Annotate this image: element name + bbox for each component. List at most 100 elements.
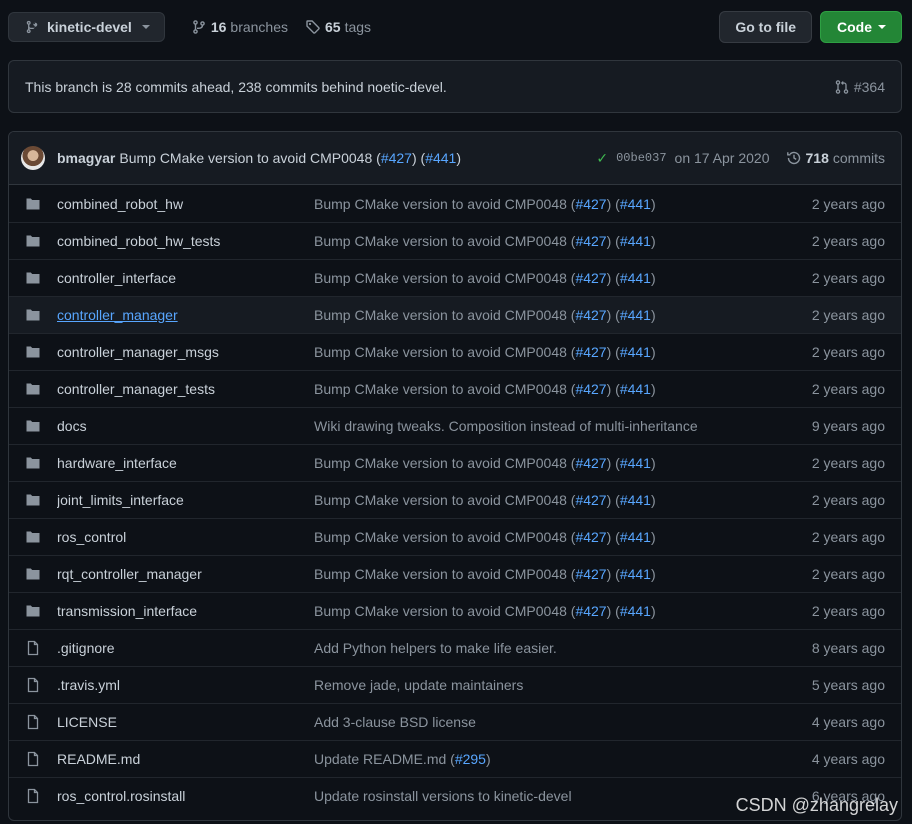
file-age: 2 years ago [811, 270, 885, 286]
commit-ref-link[interactable]: #441 [620, 270, 651, 286]
file-commit-message[interactable]: Bump CMake version to avoid CMP0048 (#42… [314, 492, 812, 508]
file-row[interactable]: controller_manager_msgs Bump CMake versio… [9, 333, 901, 370]
file-commit-message[interactable]: Bump CMake version to avoid CMP0048 (#42… [314, 196, 812, 212]
commit-ref-link[interactable]: #427 [575, 529, 606, 545]
file-row[interactable]: controller_manager Bump CMake version to … [9, 296, 901, 333]
file-row[interactable]: README.md Update README.md (#295) 4 years … [9, 740, 901, 777]
branch-selector-button[interactable]: kinetic-devel [8, 12, 165, 42]
file-name-link[interactable]: ros_control [57, 529, 314, 545]
file-name-link[interactable]: combined_robot_hw [57, 196, 314, 212]
commit-ref-link[interactable]: #427 [575, 603, 606, 619]
file-row[interactable]: combined_robot_hw Bump CMake version to a… [9, 185, 901, 222]
file-name-link[interactable]: controller_manager_tests [57, 381, 314, 397]
file-name-link[interactable]: .travis.yml [57, 677, 314, 693]
file-commit-message[interactable]: Bump CMake version to avoid CMP0048 (#42… [314, 381, 812, 397]
commits-history-link[interactable]: 718 commits [786, 150, 885, 166]
file-row[interactable]: transmission_interface Bump CMake version… [9, 592, 901, 629]
commit-ref-link[interactable]: #427 [575, 196, 606, 212]
file-row[interactable]: .travis.yml Remove jade, update maintaine… [9, 666, 901, 703]
file-name-link[interactable]: .gitignore [57, 640, 314, 656]
file-commit-message[interactable]: Bump CMake version to avoid CMP0048 (#42… [314, 455, 812, 471]
file-age: 2 years ago [811, 492, 885, 508]
commit-ref-link[interactable]: #441 [620, 381, 651, 397]
file-row[interactable]: controller_interface Bump CMake version t… [9, 259, 901, 296]
commit-ref-link[interactable]: #441 [620, 603, 651, 619]
file-row[interactable]: combined_robot_hw_tests Bump CMake versio… [9, 222, 901, 259]
file-row[interactable]: LICENSE Add 3-clause BSD license 4 years a… [9, 703, 901, 740]
go-to-file-button[interactable]: Go to file [719, 11, 812, 43]
commit-ref-link[interactable]: #427 [575, 233, 606, 249]
file-name-link[interactable]: controller_interface [57, 270, 314, 286]
file-commit-message[interactable]: Add 3-clause BSD license [314, 714, 812, 730]
pull-request-link[interactable]: #364 [834, 79, 885, 95]
file-row[interactable]: .gitignore Add Python helpers to make lif… [9, 629, 901, 666]
file-commit-message[interactable]: Remove jade, update maintainers [314, 677, 812, 693]
file-commit-end: ) [650, 195, 656, 212]
commit-ref-link[interactable]: #427 [575, 566, 606, 582]
branch-name: kinetic-devel [47, 19, 132, 35]
file-commit-message[interactable]: Update README.md (#295) [314, 751, 812, 767]
file-row[interactable]: joint_limits_interface Bump CMake version… [9, 481, 901, 518]
file-name-link[interactable]: docs [57, 418, 314, 434]
commit-ref-link[interactable]: #427 [575, 307, 606, 323]
check-icon[interactable]: ✓ [596, 150, 608, 167]
commit-ref-link[interactable]: #441 [620, 529, 651, 545]
file-commit-message[interactable]: Wiki drawing tweaks. Composition instead… [314, 418, 812, 434]
commit-ref-link[interactable]: #427 [575, 455, 606, 471]
commit-ref-link[interactable]: #441 [620, 344, 651, 360]
file-row[interactable]: controller_manager_tests Bump CMake versi… [9, 370, 901, 407]
avatar[interactable] [21, 146, 45, 170]
file-commit-message[interactable]: Bump CMake version to avoid CMP0048 (#42… [314, 233, 812, 249]
file-name-link[interactable]: rqt_controller_manager [57, 566, 314, 582]
commit-ref-link[interactable]: #441 [620, 307, 651, 323]
commit-ref-link[interactable]: #427 [575, 270, 606, 286]
tags-link[interactable]: 65 tags [305, 19, 371, 35]
file-row[interactable]: ros_control Bump CMake version to avoid C… [9, 518, 901, 555]
file-commit-text: Add Python helpers to make life easier. [314, 640, 557, 656]
code-button[interactable]: Code [820, 11, 902, 43]
commit-ref-link[interactable]: #295 [455, 751, 486, 767]
folder-icon [26, 309, 40, 321]
pull-request-icon [835, 79, 849, 94]
commit-ref-link[interactable]: #441 [620, 566, 651, 582]
file-commit-message[interactable]: Add Python helpers to make life easier. [314, 640, 812, 656]
file-name-link[interactable]: controller_manager_msgs [57, 344, 314, 360]
commit-ref-link[interactable]: #427 [575, 381, 606, 397]
file-row[interactable]: rqt_controller_manager Bump CMake version… [9, 555, 901, 592]
commit-ref-link[interactable]: #427 [575, 344, 606, 360]
file-name-link[interactable]: ros_control.rosinstall [57, 788, 314, 804]
file-icon [27, 788, 39, 804]
folder-icon [26, 494, 40, 506]
file-row[interactable]: hardware_interface Bump CMake version to … [9, 444, 901, 481]
file-commit-message[interactable]: Bump CMake version to avoid CMP0048 (#42… [314, 307, 812, 323]
file-name-link[interactable]: README.md [57, 751, 314, 767]
commit-ref-link[interactable]: #441 [620, 233, 651, 249]
file-commit-message[interactable]: Bump CMake version to avoid CMP0048 (#42… [314, 529, 812, 545]
code-button-label: Code [837, 19, 872, 35]
file-commit-message[interactable]: Bump CMake version to avoid CMP0048 (#42… [314, 270, 812, 286]
file-commit-message[interactable]: Bump CMake version to avoid CMP0048 (#42… [314, 566, 812, 582]
commit-ref-link[interactable]: #441 [620, 196, 651, 212]
file-name-link[interactable]: LICENSE [57, 714, 314, 730]
commit-author[interactable]: bmagyar [57, 150, 115, 166]
file-age: 5 years ago [811, 677, 885, 693]
commit-ref-link[interactable]: #427 [381, 150, 412, 166]
branches-link[interactable]: 16 branches [191, 19, 288, 35]
file-name-link[interactable]: hardware_interface [57, 455, 314, 471]
commit-ref-link[interactable]: #427 [575, 492, 606, 508]
file-row[interactable]: docs Wiki drawing tweaks. Composition ins… [9, 407, 901, 444]
commit-ref-link[interactable]: #441 [620, 455, 651, 471]
commit-message-sep: ) ( [411, 150, 426, 166]
file-commit-sep: ) ( [606, 307, 620, 323]
file-name-link[interactable]: combined_robot_hw_tests [57, 233, 314, 249]
commit-ref-link[interactable]: #441 [425, 150, 456, 166]
file-name-link[interactable]: controller_manager [57, 307, 314, 323]
commit-message[interactable]: Bump CMake version to avoid CMP0048 (#42… [119, 150, 461, 166]
commit-sha[interactable]: 00be037 [616, 151, 666, 165]
file-commit-message[interactable]: Bump CMake version to avoid CMP0048 (#42… [314, 344, 812, 360]
file-name-link[interactable]: joint_limits_interface [57, 492, 314, 508]
file-commit-message[interactable]: Bump CMake version to avoid CMP0048 (#42… [314, 603, 812, 619]
tag-icon [306, 20, 320, 34]
file-name-link[interactable]: transmission_interface [57, 603, 314, 619]
commit-ref-link[interactable]: #441 [620, 492, 651, 508]
